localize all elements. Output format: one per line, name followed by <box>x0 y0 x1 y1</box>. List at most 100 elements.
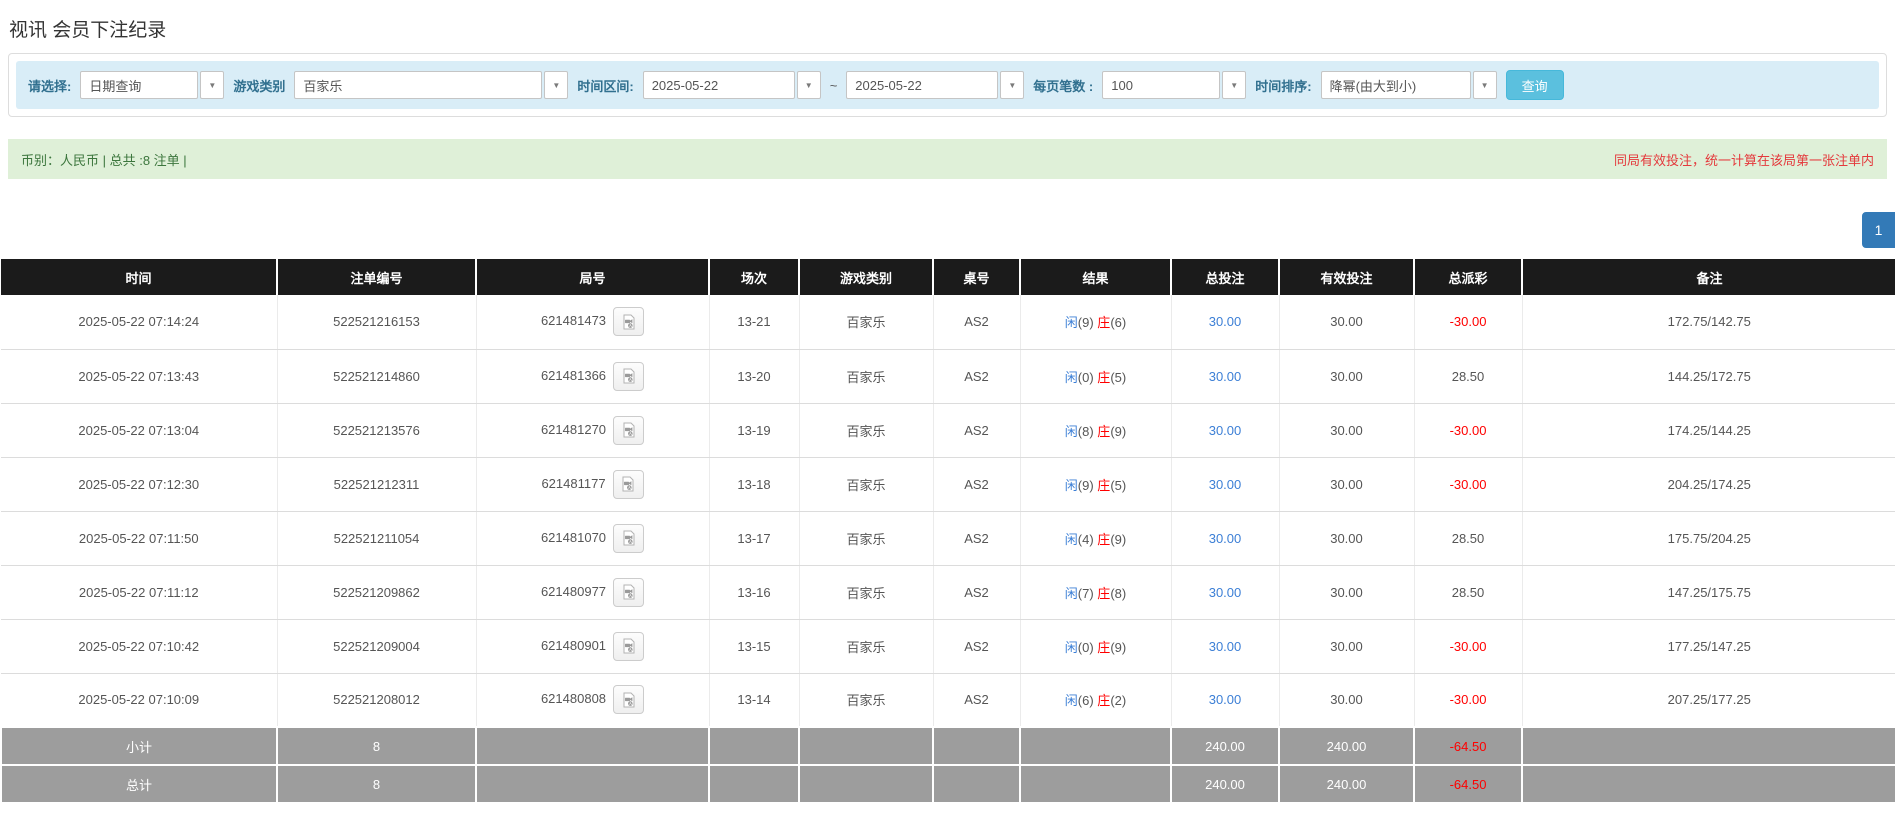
video-camera-icon <box>623 638 635 654</box>
result-cell: 闲(4) 庄(9) <box>1020 511 1172 566</box>
bet-id-cell: 522521212311 <box>277 457 477 512</box>
filter-panel: 请选择: ▼ 游戏类别 ▼ 时间区间: ▼ ~ ▼ 每页笔数 : ▼ 时间排序:… <box>8 53 1887 117</box>
chevron-down-icon[interactable]: ▼ <box>796 71 821 99</box>
subtotal-row-label: 小计 <box>0 726 278 766</box>
page-1-button[interactable]: 1 <box>1862 212 1895 248</box>
total-bet-link[interactable]: 30.00 <box>1209 369 1242 384</box>
banker-result-label: 庄 <box>1097 531 1111 547</box>
banker-result-score: (5) <box>1110 369 1127 385</box>
session-cell: 13-19 <box>709 403 800 458</box>
page-size-input[interactable] <box>1102 71 1221 99</box>
video-replay-button[interactable] <box>613 415 645 445</box>
round-id-cell: 621480977 <box>476 565 710 620</box>
bet-id-cell: 522521209004 <box>277 619 477 674</box>
time-sort-input[interactable] <box>1320 71 1471 99</box>
game-cell: 百家乐 <box>799 295 934 350</box>
result-cell: 闲(6) 庄(2) <box>1020 673 1172 728</box>
banker-result-label: 庄 <box>1097 477 1111 493</box>
payout-cell: -30.00 <box>1414 619 1523 674</box>
total-bet-link[interactable]: 30.00 <box>1209 531 1242 546</box>
video-camera-icon <box>623 584 635 600</box>
session-cell: 13-15 <box>709 619 800 674</box>
session-cell: 13-20 <box>709 349 800 404</box>
round-id-text: 621481270 <box>540 421 607 437</box>
table-no-cell: AS2 <box>933 403 1021 458</box>
chevron-down-icon[interactable]: ▼ <box>200 71 225 99</box>
game-category-combobox: ▼ <box>294 71 569 99</box>
time-cell: 2025-05-22 07:13:04 <box>1 403 278 458</box>
valid-bet-cell: 30.00 <box>1279 565 1415 620</box>
total-row-empty <box>708 764 800 804</box>
total-bet-link[interactable]: 30.00 <box>1209 585 1242 600</box>
bet-id-cell: 522521216153 <box>277 295 477 350</box>
remark-cell: 207.25/177.25 <box>1522 673 1895 728</box>
total-row-total-bet: 240.00 <box>1170 764 1280 804</box>
banker-result-score: (2) <box>1110 693 1127 709</box>
column-header-2: 局号 <box>476 259 710 295</box>
table-header-row: 时间 注单编号 局号 场次 游戏类别 桌号 结果 总投注 有效投注 总派彩 备注 <box>1 259 1895 295</box>
total-bet-cell: 30.00 <box>1171 457 1280 512</box>
date-from-input[interactable] <box>642 71 795 99</box>
player-result-label: 闲 <box>1064 531 1078 547</box>
total-bet-cell: 30.00 <box>1171 349 1280 404</box>
video-replay-button[interactable] <box>613 361 645 391</box>
game-cell: 百家乐 <box>799 565 934 620</box>
banker-result-score: (9) <box>1110 639 1127 655</box>
game-cell: 百家乐 <box>799 457 934 512</box>
total-bet-link[interactable]: 30.00 <box>1209 314 1242 329</box>
video-replay-button[interactable] <box>612 469 644 499</box>
round-id-cell: 621481366 <box>476 349 710 404</box>
player-result-label: 闲 <box>1064 369 1078 385</box>
time-cell: 2025-05-22 07:11:50 <box>1 511 278 566</box>
column-header-4: 游戏类别 <box>799 259 934 295</box>
chevron-down-icon[interactable]: ▼ <box>1222 71 1247 99</box>
query-type-combobox: ▼ <box>80 71 225 99</box>
banker-result-score: (9) <box>1110 531 1127 547</box>
player-result-score: (8) <box>1077 423 1098 439</box>
video-replay-button[interactable] <box>613 577 645 607</box>
round-id-cell: 621481473 <box>476 295 710 350</box>
total-bet-link[interactable]: 30.00 <box>1209 639 1242 654</box>
chevron-down-icon[interactable]: ▼ <box>1000 71 1025 99</box>
date-range-tilde: ~ <box>829 77 838 93</box>
payout-cell: -30.00 <box>1414 403 1523 458</box>
round-id-text: 621480901 <box>540 637 607 653</box>
video-replay-button[interactable] <box>613 523 645 553</box>
table-row: 2025-05-22 07:12:30 522521212311 621481177… <box>1 457 1895 512</box>
total-bet-link[interactable]: 30.00 <box>1209 477 1242 492</box>
total-bet-link[interactable]: 30.00 <box>1209 423 1242 438</box>
payout-cell: 28.50 <box>1414 511 1523 566</box>
table-footer: 小计 8 240.00 240.00 -64.50 总计 8 240.00 240.00 -64.… <box>0 726 1895 804</box>
session-cell: 13-17 <box>709 511 800 566</box>
result-cell: 闲(8) 庄(9) <box>1020 403 1172 458</box>
video-replay-button[interactable] <box>613 685 645 715</box>
banker-result-score: (9) <box>1110 423 1127 439</box>
game-category-input[interactable] <box>294 71 543 99</box>
total-bet-cell: 30.00 <box>1171 511 1280 566</box>
table-row: 2025-05-22 07:13:43 522521214860 621481366… <box>1 349 1895 404</box>
banker-result-label: 庄 <box>1097 585 1111 601</box>
video-replay-button[interactable] <box>613 307 645 337</box>
player-result-label: 闲 <box>1064 423 1078 439</box>
video-camera-icon <box>623 368 635 384</box>
round-id-text: 621480977 <box>540 583 607 599</box>
chevron-down-icon[interactable]: ▼ <box>1472 71 1497 99</box>
date-to-input[interactable] <box>846 71 999 99</box>
video-camera-icon <box>623 422 635 438</box>
pagination: 1 <box>0 212 1895 248</box>
payout-cell: -30.00 <box>1414 457 1523 512</box>
page-title: 视讯 会员下注纪录 <box>9 20 167 41</box>
total-row-remark <box>1521 764 1895 804</box>
column-header-6: 结果 <box>1020 259 1172 295</box>
total-bet-cell: 30.00 <box>1171 673 1280 728</box>
video-replay-button[interactable] <box>613 631 645 661</box>
total-bet-cell: 30.00 <box>1171 403 1280 458</box>
player-result-label: 闲 <box>1064 693 1078 709</box>
banker-result-score: (8) <box>1110 585 1127 601</box>
total-bet-link[interactable]: 30.00 <box>1209 692 1242 707</box>
query-type-input[interactable] <box>80 71 199 99</box>
search-button[interactable]: 查询 <box>1505 70 1564 100</box>
remark-cell: 174.25/144.25 <box>1522 403 1895 458</box>
chevron-down-icon[interactable]: ▼ <box>544 71 569 99</box>
table-row: 2025-05-22 07:11:12 522521209862 621480977… <box>1 565 1895 620</box>
